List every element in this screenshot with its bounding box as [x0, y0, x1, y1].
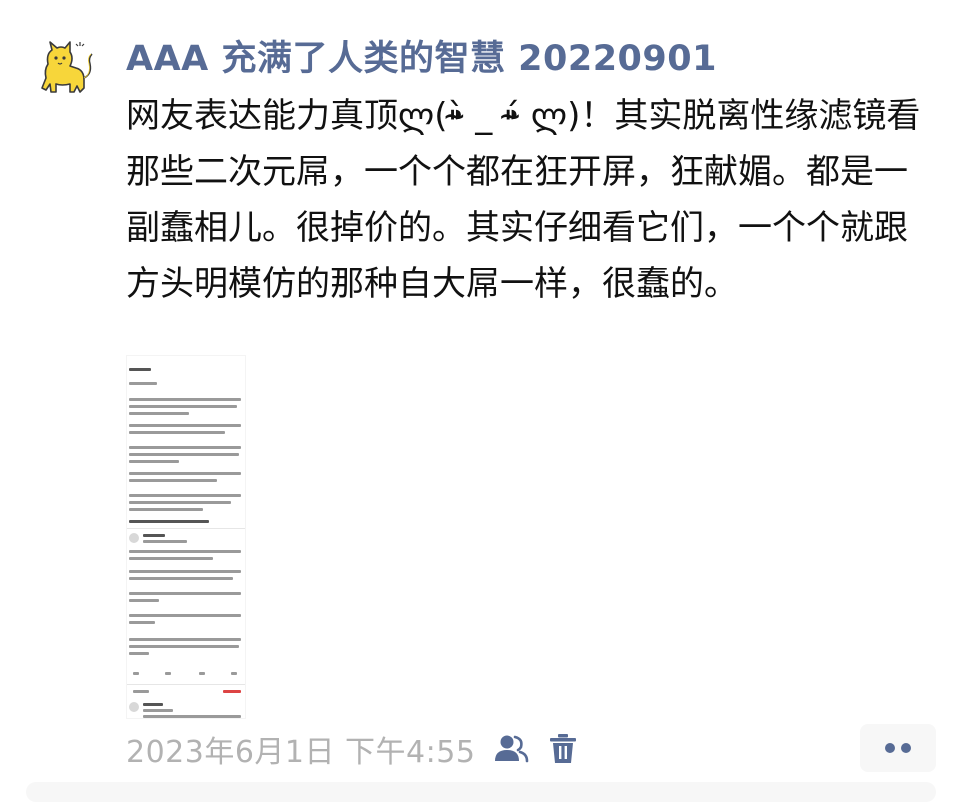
- avatar[interactable]: [30, 34, 96, 100]
- post-timestamp: 2023年6月1日 下午4:55: [126, 735, 476, 770]
- people-icon[interactable]: [491, 729, 531, 769]
- post-meta: 2023年6月1日 下午4:55: [126, 727, 583, 771]
- trash-icon[interactable]: [543, 729, 583, 769]
- more-dots-icon: [885, 743, 911, 753]
- cat-avatar-icon: [30, 34, 96, 100]
- more-button[interactable]: [860, 724, 936, 772]
- post-image[interactable]: [126, 355, 246, 719]
- post-text: 网友表达能力真顶ლ(⁍̴̀ _ ⁍̴́ ლ)！其实脱离性缘滤镜看那些二次元屌，一…: [126, 96, 921, 304]
- comment-area: [26, 782, 936, 802]
- nickname[interactable]: AAA 充满了人类的智慧 20220901: [126, 30, 717, 81]
- moments-post: AAA 充满了人类的智慧 20220901 网友表达能力真顶ლ(⁍̴̀ _ ⁍̴…: [0, 0, 960, 802]
